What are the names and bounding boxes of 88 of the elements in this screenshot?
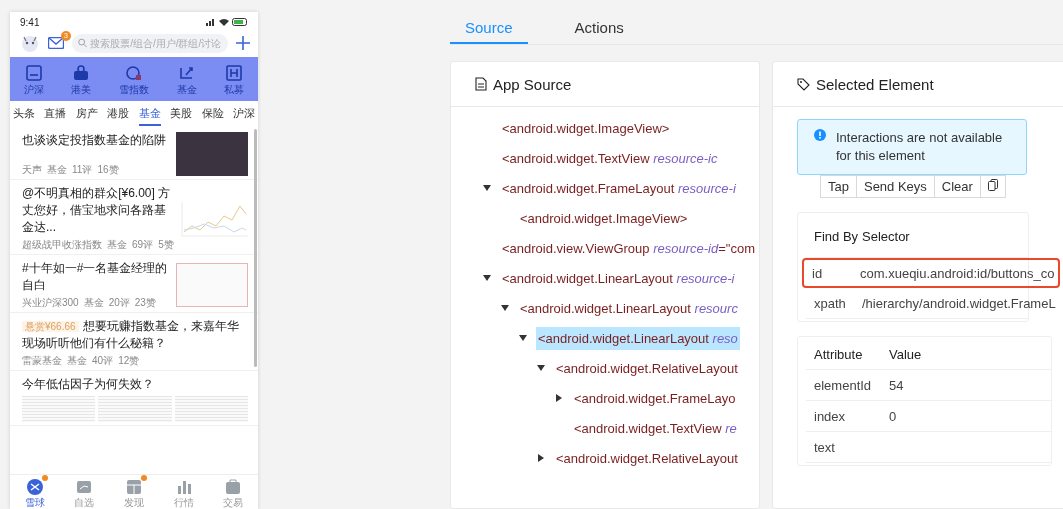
tab[interactable]: Actions [559, 19, 639, 44]
comment-count: 11评 [72, 163, 93, 176]
table-cell: /hierarchy/android.widget.FrameL [862, 295, 1056, 311]
action-button[interactable]: Clear [933, 175, 981, 198]
table-cell-text: xpath [813, 295, 847, 311]
status-time: 9:41 [20, 16, 40, 28]
nav-tab[interactable]: 雪球 [24, 476, 45, 508]
caret-icon[interactable] [519, 334, 527, 342]
panel-title: App Source [493, 75, 572, 93]
tree-node[interactable]: <android.widget.TextView resource-ic [500, 146, 720, 170]
table-cell: 0 [889, 408, 897, 424]
info-icon [814, 129, 826, 141]
article-author: 雷蒙基金 [22, 354, 62, 367]
shortcut-icon [124, 63, 144, 83]
photo-placeholder [176, 132, 248, 176]
article-tag: 基金 [47, 163, 67, 176]
article-author: 兴业沪深300 [22, 296, 79, 309]
shortcut-icon [224, 63, 245, 83]
article-title[interactable]: 今年低估因子为何失效？ [22, 376, 248, 393]
tree-node[interactable]: <android.widget.ImageView> [518, 206, 690, 230]
caret-icon[interactable] [537, 364, 545, 372]
channel-tab[interactable]: 基金 [138, 102, 161, 126]
column-header: Value [889, 346, 922, 362]
tree-node[interactable]: <android.widget.LinearLayout reso [536, 326, 740, 350]
caret-icon[interactable] [537, 454, 545, 462]
channel-tab[interactable]: 头条 [13, 102, 35, 126]
article-title[interactable]: #十年如一#一名基金经理的自白 [22, 260, 170, 294]
tree-node[interactable]: <android.view.ViewGroup resource-id="com [500, 236, 757, 260]
channel-tab[interactable]: 保险 [201, 102, 224, 126]
tree-node[interactable]: <android.widget.ImageView> [500, 116, 672, 140]
table-cell-text: index [813, 408, 847, 424]
table-cell-text: text [813, 439, 836, 455]
comment-count: 40评 [92, 354, 114, 367]
article-author: 超级战甲收涨指数 [22, 238, 102, 251]
tree-node[interactable]: <android.widget.TextView re [572, 416, 739, 440]
panel-title: Selected Element [816, 75, 934, 93]
wifi-icon [219, 18, 229, 26]
caret-icon[interactable] [483, 274, 491, 282]
column-header: Find By [813, 228, 860, 244]
copy-button[interactable] [979, 175, 1006, 198]
channel-tab[interactable]: 港股 [107, 102, 130, 126]
tag-icon [797, 77, 810, 91]
action-button[interactable]: Send Keys [855, 175, 935, 198]
caret-icon[interactable] [483, 184, 491, 192]
search-field[interactable]: 搜索股票/组合/用户/群组/讨论 [72, 33, 228, 53]
column-header: Attribute [813, 346, 864, 362]
document-icon [475, 77, 487, 91]
search-icon [78, 38, 88, 48]
shortcut-icon [23, 63, 44, 83]
tree-node[interactable]: <android.widget.FrameLayout resource-i [500, 176, 738, 200]
channel-tab[interactable]: 直播 [44, 102, 67, 126]
table-cell-text: elementId [813, 377, 873, 393]
comment-count: 69评 [132, 238, 154, 251]
copy-icon [987, 179, 998, 191]
like-count: 5赞 [158, 238, 174, 251]
article-title[interactable]: 也谈谈定投指数基金的陷阱 [22, 132, 170, 149]
alert-message: Interactions are not available for this element [836, 129, 1004, 165]
tree-node[interactable]: <android.widget.RelativeLayout [554, 356, 740, 380]
like-count: 12赞 [118, 354, 140, 367]
article-title[interactable]: @不明真相的群众[¥6.00] 方丈您好，借宝地求问各路基金达... [22, 185, 172, 236]
tree-node[interactable]: <android.widget.FrameLayo [572, 386, 738, 410]
article-title[interactable]: 悬赏¥66.66 想要玩赚指数基金，来嘉年华现场听听他们有什么秘籍？ [22, 318, 248, 352]
article-author: 天声 [22, 163, 42, 176]
article-tag: 基金 [67, 354, 87, 367]
battery-icon [232, 18, 248, 26]
channel-tab[interactable]: 沪深 [232, 102, 255, 126]
tree-node[interactable]: <android.widget.LinearLayout resource-i [500, 266, 737, 290]
channel-tab[interactable]: 美股 [170, 102, 193, 126]
table-cell: com.xueqiu.android:id/buttons_co [860, 265, 1055, 281]
table-cell-text: id [811, 265, 824, 281]
mail-icon[interactable] [48, 37, 64, 49]
like-count: 23赞 [134, 296, 156, 309]
comment-count: 20评 [108, 296, 130, 309]
column-header: Selector [862, 228, 910, 244]
plus-icon[interactable] [236, 36, 250, 50]
document-thumbnail [176, 262, 248, 307]
tree-node[interactable]: <android.widget.RelativeLayout [554, 446, 740, 470]
channel-tab[interactable]: 房产 [75, 102, 98, 126]
caret-icon[interactable] [501, 304, 509, 312]
avatar-icon[interactable] [20, 33, 40, 53]
signal-icon [206, 18, 216, 26]
table-cell: 54 [889, 377, 904, 393]
tree-node[interactable]: <android.widget.LinearLayout resourc [518, 296, 740, 320]
caret-icon[interactable] [555, 394, 563, 402]
article-tag: 基金 [83, 296, 104, 309]
article-tag: 基金 [107, 238, 127, 251]
action-button[interactable]: Tap [820, 175, 857, 198]
like-count: 16赞 [97, 163, 119, 176]
